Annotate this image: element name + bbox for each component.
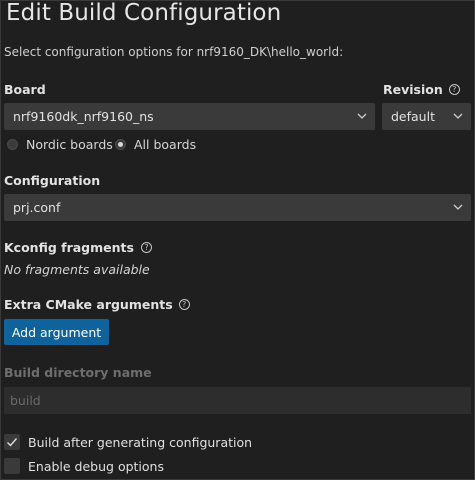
kconfig-label: Kconfig fragments bbox=[4, 240, 134, 255]
configuration-select[interactable]: prj.conf bbox=[4, 194, 471, 221]
chevron-down-icon bbox=[357, 113, 367, 119]
radio-nordic-label: Nordic boards bbox=[26, 137, 113, 152]
configuration-select-value: prj.conf bbox=[13, 200, 61, 215]
cmake-label-row: Extra CMake arguments ? bbox=[4, 297, 190, 312]
checkbox[interactable] bbox=[4, 434, 20, 450]
help-icon[interactable]: ? bbox=[178, 299, 190, 310]
radio-all-boards[interactable]: All boards bbox=[115, 137, 196, 152]
revision-select-value: default bbox=[391, 109, 435, 124]
build-dir-input[interactable]: build bbox=[4, 387, 471, 414]
radio-nordic-boards[interactable]: Nordic boards bbox=[7, 137, 113, 152]
chevron-down-icon bbox=[453, 204, 463, 210]
revision-label: Revision bbox=[383, 82, 443, 97]
board-label: Board bbox=[4, 82, 46, 97]
build-dir-value: build bbox=[10, 393, 41, 408]
help-icon[interactable]: ? bbox=[140, 242, 152, 253]
checkbox-build-after[interactable]: Build after generating configuration bbox=[4, 434, 252, 450]
board-select-value: nrf9160dk_nrf9160_ns bbox=[13, 109, 154, 124]
checkbox[interactable] bbox=[4, 458, 20, 474]
radio-all-label: All boards bbox=[134, 137, 197, 152]
add-argument-button[interactable]: Add argument bbox=[4, 319, 109, 345]
board-select[interactable]: nrf9160dk_nrf9160_ns bbox=[4, 103, 375, 130]
radio-selected-dot bbox=[118, 142, 123, 147]
help-icon[interactable]: ? bbox=[448, 84, 460, 95]
chevron-down-icon bbox=[453, 113, 463, 119]
page-subtitle: Select configuration options for nrf9160… bbox=[4, 45, 344, 59]
revision-select[interactable]: default bbox=[382, 103, 471, 130]
checkbox-debug-label: Enable debug options bbox=[28, 458, 164, 474]
revision-label-row: Revision ? bbox=[383, 82, 460, 97]
cmake-label: Extra CMake arguments bbox=[4, 297, 173, 312]
radio-button[interactable] bbox=[115, 139, 126, 150]
check-icon bbox=[7, 438, 18, 447]
kconfig-label-row: Kconfig fragments ? bbox=[4, 240, 152, 255]
kconfig-empty-text: No fragments available bbox=[4, 262, 150, 277]
build-dir-label: Build directory name bbox=[4, 365, 152, 380]
page-title: Edit Build Configuration bbox=[6, 0, 282, 26]
checkbox-build-after-label: Build after generating configuration bbox=[28, 434, 253, 450]
radio-button[interactable] bbox=[7, 139, 18, 150]
checkbox-debug-options[interactable]: Enable debug options bbox=[4, 458, 164, 474]
configuration-label: Configuration bbox=[4, 173, 101, 188]
